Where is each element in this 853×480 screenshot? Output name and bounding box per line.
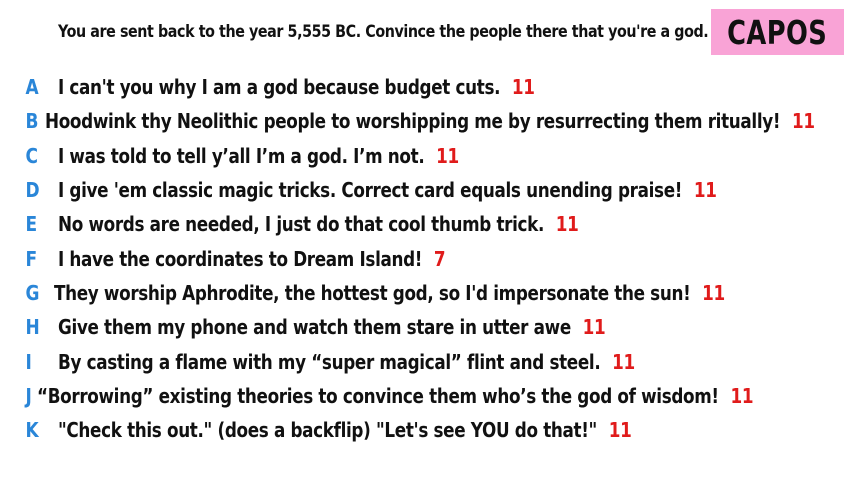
prompt-text: You are sent back to the year 5,555 BC. … xyxy=(58,22,709,42)
answer-line: I can't you why I am a god because budge… xyxy=(58,75,535,99)
answer-score: 11 xyxy=(582,315,606,340)
answer-letter: I xyxy=(25,349,32,374)
answer-item: F I have the coordinates to Dream Island… xyxy=(0,241,853,275)
answer-text: By casting a flame with my “super magica… xyxy=(58,349,601,374)
answer-letter: A xyxy=(25,75,39,100)
answer-score: 11 xyxy=(436,143,459,168)
answer-item: D I give 'em classic magic tricks. Corre… xyxy=(0,173,853,207)
answer-item: G They worship Aphrodite, the hottest go… xyxy=(0,276,853,310)
answer-letter: D xyxy=(25,178,40,203)
answer-text: Hoodwink thy Neolithic people to worship… xyxy=(45,109,781,134)
answer-item: B Hoodwink thy Neolithic people to worsh… xyxy=(0,104,853,138)
answer-line: I was told to tell y’all I’m a god. I’m … xyxy=(58,144,459,168)
answer-line: No words are needed, I just do that cool… xyxy=(58,212,579,236)
answer-text: I can't you why I am a god because budge… xyxy=(58,75,501,100)
answer-text: I was told to tell y’all I’m a god. I’m … xyxy=(58,143,425,168)
answer-line: They worship Aphrodite, the hottest god,… xyxy=(54,281,725,305)
answer-line: "Check this out." (does a backflip) "Let… xyxy=(58,418,632,443)
answer-letter: K xyxy=(25,418,39,443)
answer-letter: G xyxy=(25,280,40,305)
answer-text: “Borrowing” existing theories to convinc… xyxy=(37,383,720,408)
answer-letter: J xyxy=(25,383,32,408)
answer-line: Hoodwink thy Neolithic people to worship… xyxy=(45,109,815,133)
answer-line: I give 'em classic magic tricks. Correct… xyxy=(58,178,717,202)
answer-item: K "Check this out." (does a backflip) "L… xyxy=(0,413,853,447)
answer-line: “Borrowing” existing theories to convinc… xyxy=(37,383,754,408)
answer-item: H Give them my phone and watch them star… xyxy=(0,310,853,344)
answer-text: "Check this out." (does a backflip) "Let… xyxy=(58,418,597,443)
answer-item: E No words are needed, I just do that co… xyxy=(0,207,853,241)
answer-letter: H xyxy=(25,315,40,340)
answer-score: 11 xyxy=(511,75,535,100)
answer-score: 11 xyxy=(792,109,815,134)
answer-text: Give them my phone and watch them stare … xyxy=(58,315,571,340)
answer-letter: B xyxy=(25,109,39,134)
answer-item: I By casting a flame with my “super magi… xyxy=(0,344,853,378)
answer-text: They worship Aphrodite, the hottest god,… xyxy=(54,280,691,305)
answer-line: I have the coordinates to Dream Island! 7 xyxy=(58,246,446,271)
answer-text: No words are needed, I just do that cool… xyxy=(58,212,545,237)
capos-badge: CAPOS xyxy=(711,9,844,55)
answer-score: 11 xyxy=(608,418,632,443)
badge-label: CAPOS xyxy=(727,12,828,52)
answer-list: A I can't you why I am a god because bud… xyxy=(0,70,853,447)
answer-letter: F xyxy=(25,246,38,271)
answer-text: I give 'em classic magic tricks. Correct… xyxy=(58,178,683,203)
answer-item: J “Borrowing” existing theories to convi… xyxy=(0,379,853,413)
answer-item: A I can't you why I am a god because bud… xyxy=(0,70,853,104)
answer-score: 7 xyxy=(433,246,446,271)
answer-score: 11 xyxy=(612,349,635,374)
answer-text: I have the coordinates to Dream Island! xyxy=(58,246,423,271)
answer-line: Give them my phone and watch them stare … xyxy=(58,315,606,340)
answer-letter: E xyxy=(25,212,38,237)
answer-line: By casting a flame with my “super magica… xyxy=(58,350,635,374)
answer-score: 11 xyxy=(702,280,726,305)
answer-score: 11 xyxy=(693,178,717,203)
answer-letter: C xyxy=(25,143,38,168)
answer-score: 11 xyxy=(730,383,754,408)
answer-item: C I was told to tell y’all I’m a god. I’… xyxy=(0,139,853,173)
answer-score: 11 xyxy=(555,212,579,237)
